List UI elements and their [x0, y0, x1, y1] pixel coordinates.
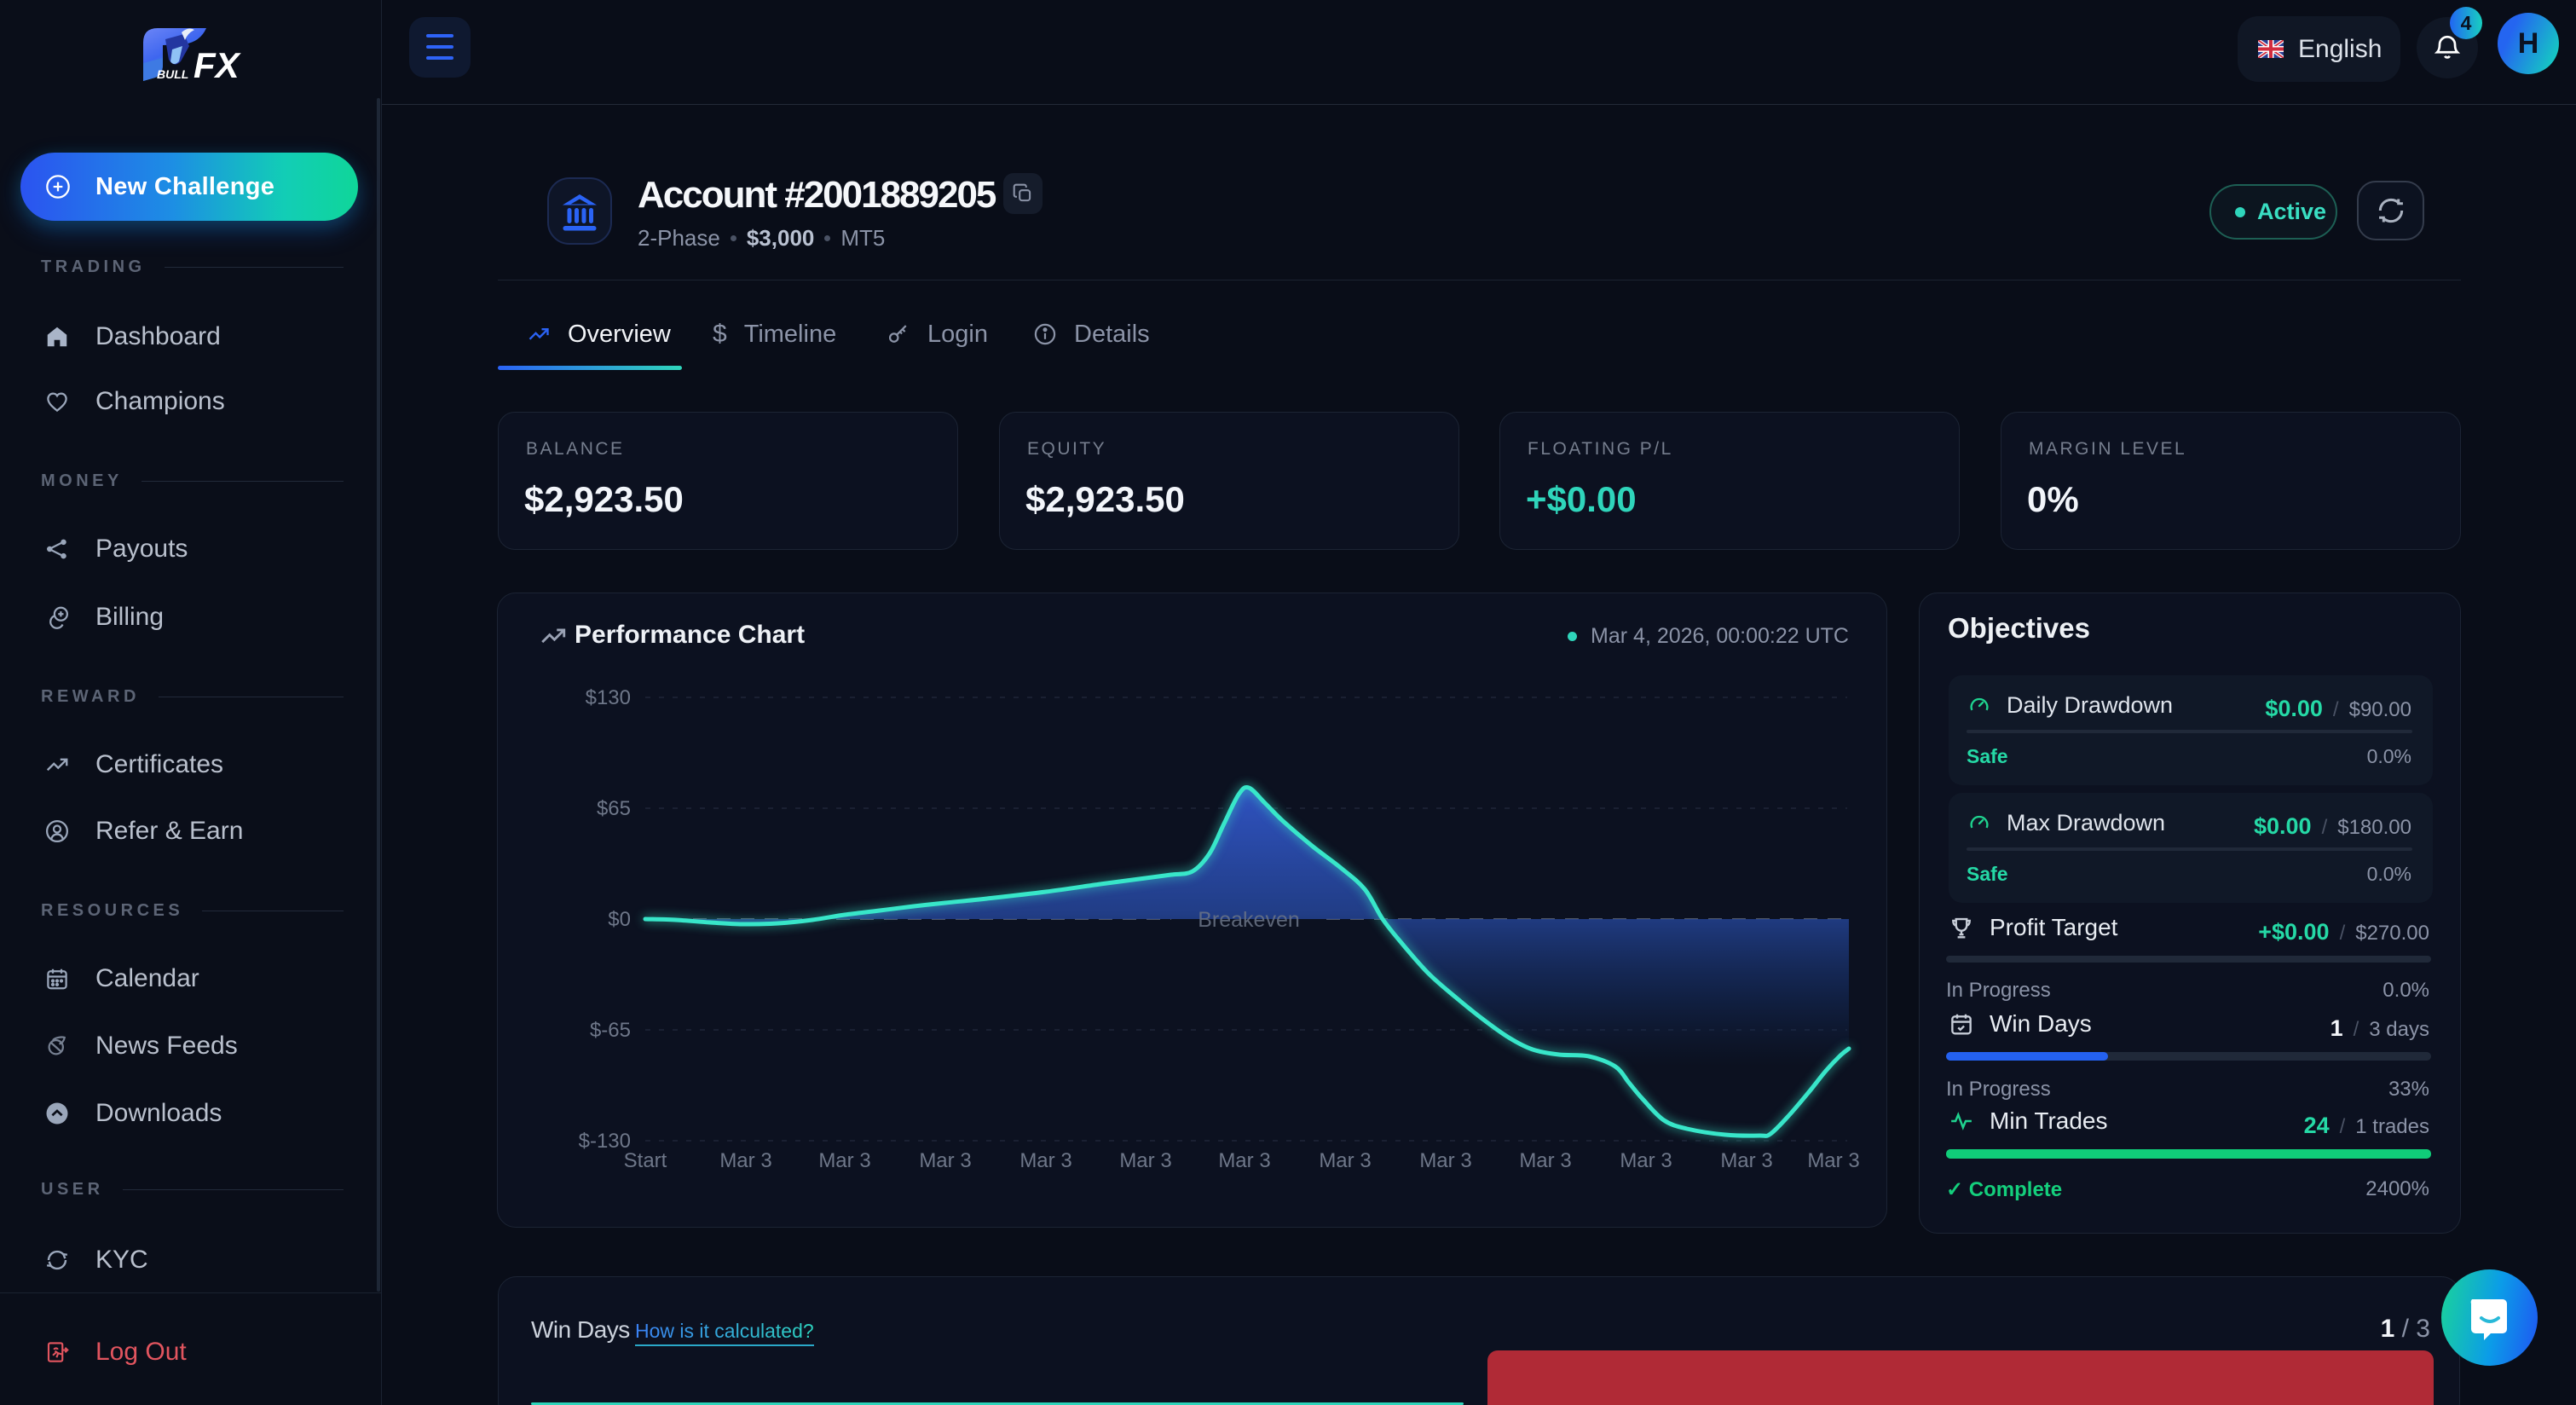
svg-text:Mar 3: Mar 3: [1019, 1149, 1071, 1172]
svg-text:Mar 3: Mar 3: [1807, 1149, 1859, 1172]
svg-text:Mar 3: Mar 3: [1519, 1149, 1571, 1172]
svg-text:$130: $130: [586, 686, 631, 709]
svg-text:Mar 3: Mar 3: [919, 1149, 971, 1172]
svg-text:Mar 3: Mar 3: [1218, 1149, 1270, 1172]
svg-text:Breakeven: Breakeven: [1198, 908, 1300, 932]
svg-text:Mar 3: Mar 3: [1419, 1149, 1471, 1172]
svg-text:Mar 3: Mar 3: [1720, 1149, 1772, 1172]
svg-text:Mar 3: Mar 3: [1119, 1149, 1171, 1172]
svg-text:Start: Start: [624, 1149, 667, 1172]
svg-text:BULL: BULL: [157, 67, 188, 81]
svg-text:FX: FX: [193, 45, 242, 85]
svg-text:Mar 3: Mar 3: [1319, 1149, 1371, 1172]
svg-text:Mar 3: Mar 3: [719, 1149, 771, 1172]
svg-text:Mar 3: Mar 3: [818, 1149, 870, 1172]
svg-text:$65: $65: [597, 797, 631, 820]
svg-text:$0: $0: [608, 908, 631, 931]
svg-text:Mar 3: Mar 3: [1620, 1149, 1672, 1172]
svg-text:$-65: $-65: [590, 1019, 631, 1042]
